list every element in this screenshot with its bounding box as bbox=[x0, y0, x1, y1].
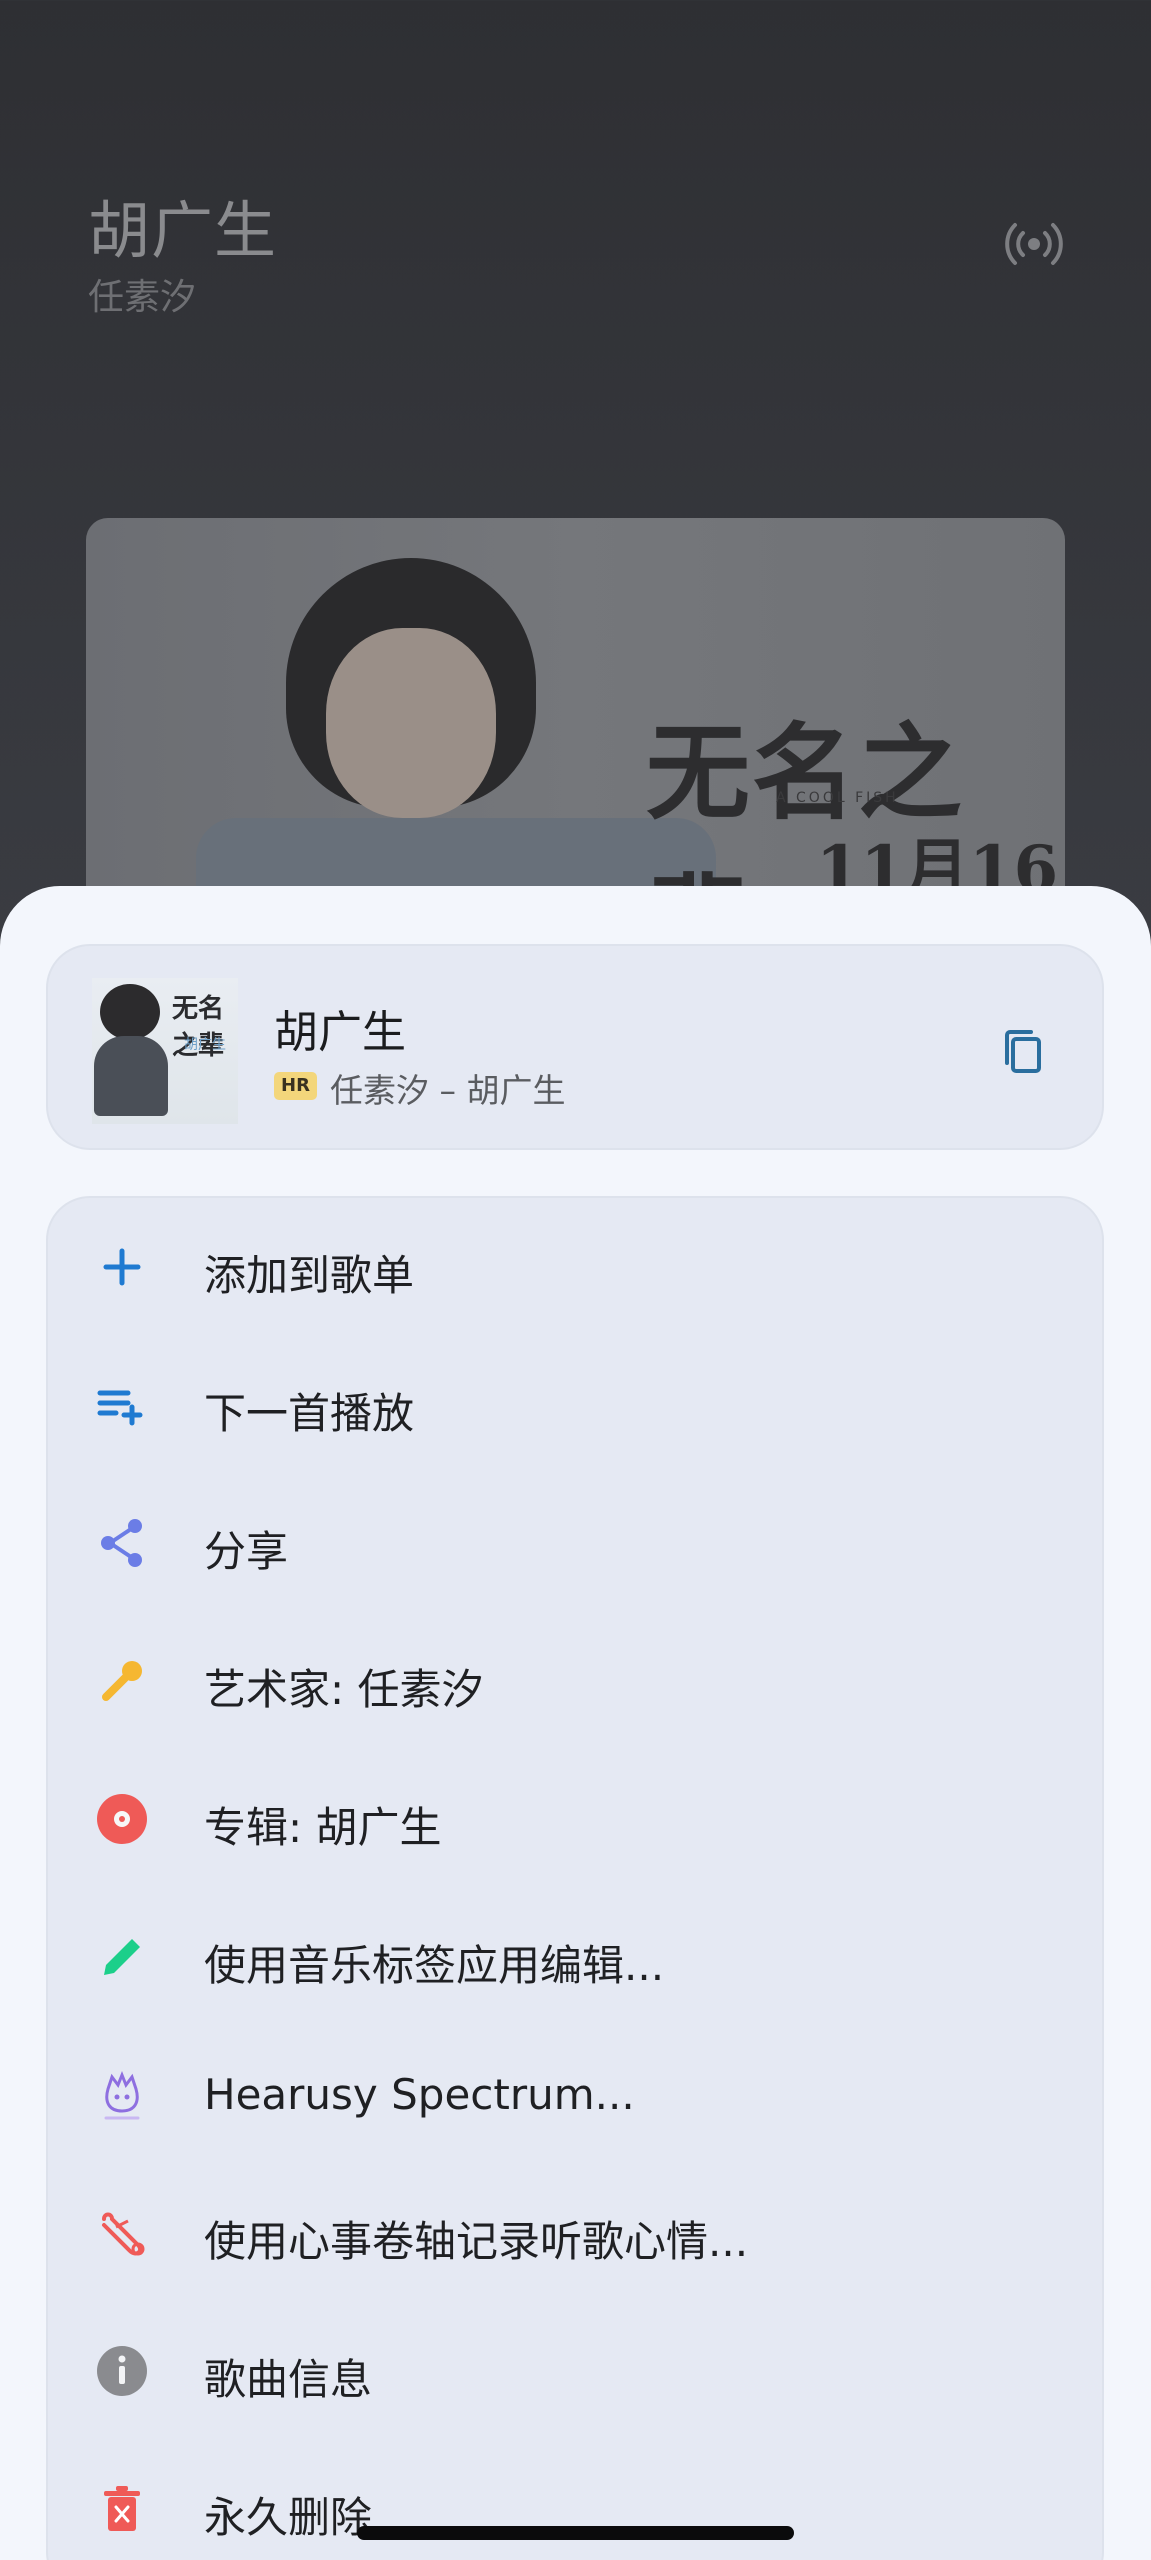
song-options-menu: 添加到歌单 下一首播放 分享 艺术家: 任素汐 专辑: 胡广生 使用音乐标签应用… bbox=[46, 1196, 1104, 2560]
song-options-sheet: 无名之辈 胡广生 胡广生 HR 任素汐 – 胡广生 添加到歌单 下一首播放 分享… bbox=[0, 886, 1151, 2560]
pencil-icon bbox=[104, 1939, 140, 1975]
menu-item-share[interactable]: 分享 bbox=[48, 1474, 1106, 1612]
song-thumbnail: 无名之辈 胡广生 bbox=[92, 978, 238, 1124]
menu-item-edit-tags[interactable]: 使用音乐标签应用编辑... bbox=[48, 1888, 1106, 2026]
thumb-subtitle: 胡广生 bbox=[184, 1037, 226, 1053]
scroll-icon bbox=[102, 2212, 145, 2256]
home-indicator[interactable] bbox=[357, 2526, 794, 2540]
menu-item-mood-scroll[interactable]: 使用心事卷轴记录听歌心情... bbox=[48, 2164, 1106, 2302]
menu-item-hearusy-spectrum[interactable]: Hearusy Spectrum... bbox=[48, 2026, 1106, 2164]
album-disc-icon bbox=[97, 1794, 147, 1844]
cover-poster-subtitle: A COOL FISH bbox=[776, 790, 899, 806]
spectrum-app-icon bbox=[104, 2070, 140, 2120]
queue-next-icon bbox=[97, 1390, 143, 1426]
thumb-figure-hair bbox=[100, 984, 160, 1040]
plus-icon bbox=[103, 1248, 141, 1286]
menu-item-label: Hearusy Spectrum... bbox=[204, 2070, 635, 2119]
menu-item-artist[interactable]: 艺术家: 任素汐 bbox=[48, 1612, 1106, 1750]
menu-item-song-info[interactable]: 歌曲信息 bbox=[48, 2302, 1106, 2440]
menu-item-label: 使用心事卷轴记录听歌心情... bbox=[204, 2217, 749, 2266]
menu-item-label: 下一首播放 bbox=[204, 1389, 415, 1438]
menu-item-label: 艺术家: 任素汐 bbox=[204, 1665, 484, 1714]
menu-item-label: 分享 bbox=[204, 1527, 289, 1576]
song-name: 胡广生 bbox=[274, 1007, 406, 1058]
menu-item-label: 歌曲信息 bbox=[204, 2355, 373, 2404]
microphone-icon bbox=[102, 1661, 142, 1701]
cover-figure-face bbox=[326, 628, 496, 818]
menu-item-label: 使用音乐标签应用编辑... bbox=[204, 1941, 665, 1990]
player-artist[interactable]: 任素汐 bbox=[88, 268, 196, 320]
info-icon bbox=[97, 2346, 147, 2396]
broadcast-icon[interactable] bbox=[1004, 214, 1064, 274]
copy-icon[interactable] bbox=[996, 1024, 1052, 1080]
song-meta: 任素汐 – 胡广生 bbox=[330, 1071, 566, 1110]
thumb-figure-body bbox=[94, 1036, 168, 1116]
share-icon bbox=[101, 1519, 142, 1567]
menu-item-label: 永久删除 bbox=[204, 2493, 373, 2542]
menu-item-label: 添加到歌单 bbox=[204, 1251, 415, 1300]
album-cover[interactable]: 无名之辈 A COOL FISH 11月16日 bbox=[86, 518, 1065, 918]
song-header-card: 无名之辈 胡广生 胡广生 HR 任素汐 – 胡广生 bbox=[46, 944, 1104, 1150]
menu-item-add-to-playlist[interactable]: 添加到歌单 bbox=[48, 1198, 1106, 1336]
menu-item-play-next[interactable]: 下一首播放 bbox=[48, 1336, 1106, 1474]
player-song-title: 胡广生 bbox=[88, 194, 278, 267]
menu-item-album[interactable]: 专辑: 胡广生 bbox=[48, 1750, 1106, 1888]
trash-icon bbox=[104, 2486, 140, 2531]
menu-item-label: 专辑: 胡广生 bbox=[204, 1803, 442, 1852]
quality-badge: HR bbox=[274, 1072, 317, 1100]
menu-item-delete-permanently[interactable]: 永久删除 bbox=[48, 2440, 1106, 2560]
now-playing-background: 胡广生 任素汐 无名之辈 A COOL FISH 11月16日 bbox=[0, 0, 1151, 918]
